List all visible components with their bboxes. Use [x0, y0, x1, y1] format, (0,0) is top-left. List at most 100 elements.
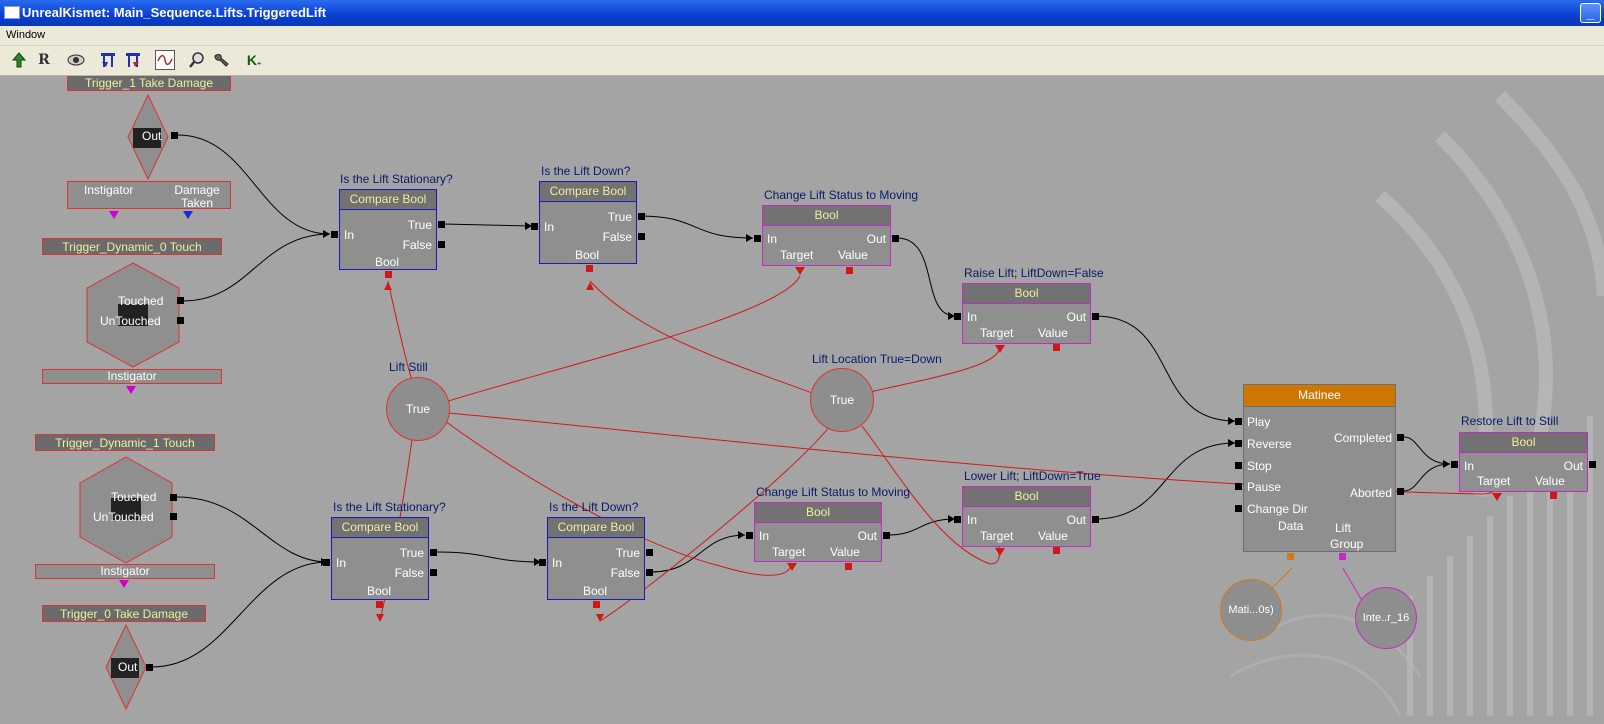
cmp4-false-port[interactable] — [646, 569, 653, 576]
dyn1-untouched-port[interactable] — [170, 513, 177, 520]
wire-exec — [896, 237, 956, 317]
bool5-value-port[interactable] — [1550, 492, 1557, 499]
matinee-completed-port[interactable] — [1397, 434, 1404, 441]
cmp1-false-port[interactable] — [438, 241, 445, 248]
bool4-in-port[interactable] — [954, 516, 961, 523]
matinee-data-label: Data — [1278, 519, 1304, 533]
search-icon[interactable] — [187, 50, 207, 70]
cmp1-title: Compare Bool — [340, 190, 436, 210]
dyn0-instigator-port[interactable] — [125, 385, 137, 395]
event-dyn1-touch-label[interactable]: Trigger_Dynamic_1 Touch — [35, 434, 215, 451]
cmp4-in-port[interactable] — [539, 559, 546, 566]
bool5-in-label: In — [1464, 459, 1475, 473]
bool5-value-label: Value — [1535, 474, 1565, 488]
dyn1-touched-port[interactable] — [170, 494, 177, 501]
cmp1-bool-port[interactable] — [385, 271, 392, 278]
bool4-out-port[interactable] — [1092, 516, 1099, 523]
cmp4-true-port[interactable] — [646, 549, 653, 556]
cmp4-node[interactable]: Compare Bool In True False Bool — [547, 517, 645, 600]
bool4-node[interactable]: Bool In Out Target Value — [962, 486, 1091, 547]
up-arrow-icon[interactable] — [9, 50, 29, 70]
matinee-node[interactable]: Matinee Play Reverse Stop Pause Change D… — [1243, 384, 1396, 552]
wrench-icon[interactable] — [212, 50, 232, 70]
cmp1-in-port[interactable] — [331, 231, 338, 238]
bool1-value-port[interactable] — [846, 267, 853, 274]
eye-icon[interactable] — [66, 50, 86, 70]
bool3-target-port[interactable] — [786, 562, 798, 572]
matinee-aborted-port[interactable] — [1397, 488, 1404, 495]
red-tack-icon[interactable] — [123, 50, 143, 70]
matinee-pause-port[interactable] — [1235, 483, 1242, 490]
matinee-data-variable[interactable]: Mati...0s) — [1220, 579, 1282, 641]
cmp2-in-port[interactable] — [531, 223, 538, 230]
kismet-canvas[interactable]: Trigger_1 Take Damage Out Instigator Dam… — [0, 76, 1604, 724]
trigger1-instigator-port[interactable] — [108, 210, 120, 220]
bool1-in-port[interactable] — [754, 235, 761, 242]
interp-group-variable[interactable]: Inte..r_16 — [1355, 587, 1417, 649]
menu-window[interactable]: Window — [6, 29, 45, 41]
wire-exec — [1403, 463, 1451, 492]
bool4-target-port[interactable] — [994, 547, 1006, 557]
r-icon[interactable]: R — [34, 50, 54, 70]
trigger1-damage-port[interactable] — [182, 210, 194, 220]
matinee-change-dir-port[interactable] — [1235, 505, 1242, 512]
bool5-target-port[interactable] — [1491, 492, 1503, 502]
matinee-group-label: Group — [1330, 537, 1364, 551]
cmp3-true-port[interactable] — [430, 549, 437, 556]
bool2-node[interactable]: Bool In Out Target Value — [962, 283, 1091, 344]
bool2-target-port[interactable] — [994, 344, 1006, 354]
matinee-play-port[interactable] — [1235, 418, 1242, 425]
dyn0-untouched-port[interactable] — [177, 317, 184, 324]
dyn1-instigator-port[interactable] — [118, 579, 130, 589]
wire-exec — [639, 215, 754, 239]
bool1-node[interactable]: Bool In Out Target Value — [762, 205, 891, 266]
event-dyn0-touch-label[interactable]: Trigger_Dynamic_0 Touch — [42, 238, 222, 255]
bool2-value-port[interactable] — [1053, 344, 1060, 351]
cmp2-true-port[interactable] — [638, 213, 645, 220]
bool3-node[interactable]: Bool In Out Target Value — [754, 502, 882, 562]
bool5-out-port[interactable] — [1589, 461, 1596, 468]
bool5-node[interactable]: Bool In Out Target Value — [1459, 432, 1588, 492]
cmp2-node[interactable]: Compare Bool In True False Bool — [539, 181, 637, 264]
bool1-out-port[interactable] — [892, 235, 899, 242]
cmp3-bool-port[interactable] — [376, 601, 383, 608]
matinee-data-port[interactable] — [1287, 553, 1294, 560]
k-icon[interactable]: K₊ — [244, 50, 264, 70]
cmp3-node[interactable]: Compare Bool In True False Bool — [331, 517, 429, 600]
bool3-in-port[interactable] — [746, 532, 753, 539]
cmp1-true-port[interactable] — [438, 221, 445, 228]
bool4-in-label: In — [967, 513, 978, 527]
trigger1-out-port[interactable] — [171, 132, 178, 139]
event-trigger1-damage-label[interactable]: Trigger_1 Take Damage — [67, 76, 231, 91]
trigger1-vars-bar: Instigator Damage Taken — [67, 181, 231, 210]
matinee-reverse-port[interactable] — [1235, 440, 1242, 447]
cmp4-bool-port[interactable] — [593, 601, 600, 608]
bool1-title: Bool — [763, 206, 890, 226]
bool4-value-port[interactable] — [1053, 547, 1060, 554]
event-trigger0-damage-label[interactable]: Trigger_0 Take Damage — [42, 605, 206, 622]
matinee-stop-port[interactable] — [1235, 462, 1242, 469]
bool3-value-port[interactable] — [845, 563, 852, 570]
cmp1-node[interactable]: Compare Bool In True False Bool — [339, 189, 437, 270]
bool1-target-port[interactable] — [794, 266, 806, 276]
cmp2-false-port[interactable] — [638, 233, 645, 240]
minimize-icon[interactable]: _ — [1580, 3, 1601, 23]
lift-still-variable[interactable]: True — [386, 377, 450, 441]
cmp2-true-label: True — [607, 210, 632, 224]
dyn0-touched-port[interactable] — [177, 297, 184, 304]
lift-location-variable[interactable]: True — [810, 368, 874, 432]
cmp3-false-port[interactable] — [430, 569, 437, 576]
trigger0-out-port[interactable] — [146, 664, 153, 671]
bool3-out-port[interactable] — [883, 532, 890, 539]
bool2-in-port[interactable] — [954, 313, 961, 320]
bool2-out-port[interactable] — [1092, 313, 1099, 320]
bool1-out-label: Out — [866, 232, 886, 246]
blue-tack-icon[interactable] — [98, 50, 118, 70]
bool5-out-label: Out — [1563, 459, 1583, 473]
cmp1-false-label: False — [402, 238, 432, 252]
bool5-in-port[interactable] — [1451, 461, 1458, 468]
matinee-group-port[interactable] — [1339, 553, 1346, 560]
graph-icon[interactable] — [155, 50, 175, 70]
cmp2-bool-port[interactable] — [586, 265, 593, 272]
cmp3-in-port[interactable] — [323, 559, 330, 566]
